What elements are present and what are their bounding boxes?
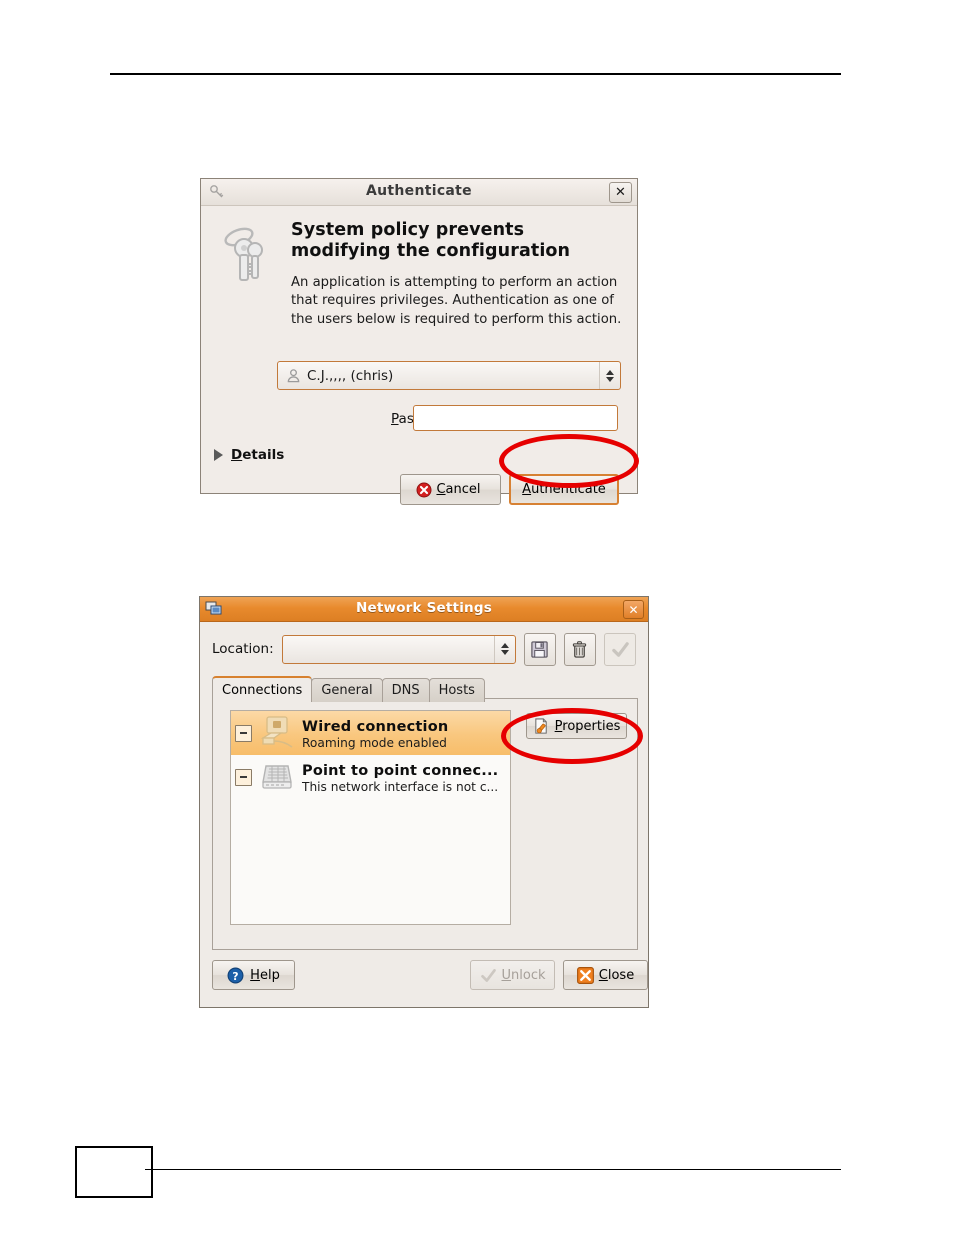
unlock-button: Unlock [470, 960, 555, 990]
close-x-icon [576, 966, 594, 984]
authenticate-heading-line1: System policy prevents [291, 220, 525, 240]
authenticate-heading: System policy prevents modifying the con… [291, 220, 619, 263]
modem-phone-icon [262, 765, 292, 789]
connections-list[interactable]: Wired connection Roaming mode enabled Po… [230, 710, 511, 925]
list-item-text: Point to point connec... This network in… [302, 760, 498, 794]
authenticate-dialog: Authenticate ✕ System policy prevents mo… [200, 178, 638, 505]
location-select-spinner[interactable] [493, 635, 515, 663]
authenticate-title: Authenticate [366, 183, 472, 199]
user-select-spinner[interactable] [599, 362, 620, 389]
delete-icon [573, 640, 587, 658]
cancel-button[interactable]: Cancel [400, 474, 501, 505]
help-button-label: Help [250, 967, 280, 983]
svg-text:?: ? [233, 969, 239, 982]
help-button[interactable]: ? Help [212, 960, 295, 990]
user-select-content: C.J.,,,, (chris) [278, 368, 393, 384]
save-icon [531, 640, 549, 658]
properties-button[interactable]: Properties [526, 713, 627, 739]
connection-status: Roaming mode enabled [302, 736, 447, 750]
authenticate-button-label: Authenticate [522, 482, 606, 497]
list-item-text: Wired connection Roaming mode enabled [302, 716, 448, 750]
network-settings-titlebar[interactable]: Network Settings ✕ [200, 597, 648, 622]
apply-button [604, 632, 637, 666]
chevron-up-icon [606, 369, 614, 375]
delete-button[interactable] [563, 632, 596, 666]
page-footer-rule [145, 1169, 841, 1170]
cancel-button-label: Cancel [436, 482, 481, 497]
triangle-right-icon [214, 449, 223, 461]
user-select-value: C.J.,,,, (chris) [307, 367, 394, 384]
user-select[interactable]: C.J.,,,, (chris) [277, 361, 621, 390]
network-settings-dialog: Network Settings ✕ Location: Connections… [199, 596, 649, 1008]
network-settings-title: Network Settings [356, 600, 492, 616]
authenticate-action-bar: Cancel Authenticate [201, 474, 637, 505]
connection-name: Wired connection [302, 719, 449, 735]
user-icon [287, 369, 300, 383]
help-circle-icon: ? [227, 967, 244, 983]
location-select[interactable] [281, 634, 516, 664]
minus-box-icon[interactable] [235, 768, 252, 786]
location-row: Location: [212, 632, 637, 666]
close-icon[interactable]: ✕ [609, 182, 632, 203]
details-label: Details [231, 447, 285, 463]
properties-button-label: Properties [554, 718, 621, 734]
details-disclosure[interactable]: Details [214, 447, 284, 463]
tab-hosts[interactable]: Hosts [428, 678, 485, 702]
save-button[interactable] [523, 632, 556, 666]
list-item[interactable]: Point to point connec... This network in… [231, 755, 510, 799]
tab-bar: Connections General DNS Hosts [212, 676, 485, 702]
tab-general[interactable]: General [311, 678, 383, 702]
location-label: Location: [212, 641, 274, 657]
keyring-icon [224, 227, 263, 281]
chevron-down-icon [606, 376, 614, 382]
chevron-up-icon [500, 643, 509, 648]
authenticate-description: An application is attempting to perform … [291, 274, 622, 328]
authenticate-heading-line2: modifying the configuration [291, 241, 571, 262]
apply-check-icon [611, 641, 629, 657]
close-icon[interactable]: ✕ [623, 600, 644, 619]
connections-tab-panel: Wired connection Roaming mode enabled Po… [212, 698, 638, 950]
wired-connection-icon [260, 716, 293, 748]
chevron-down-icon [500, 650, 509, 655]
connection-name: Point to point connec... [302, 763, 499, 779]
list-item[interactable]: Wired connection Roaming mode enabled [231, 711, 510, 755]
minus-box-icon[interactable] [235, 724, 252, 742]
password-input[interactable] [413, 405, 618, 431]
cancel-circle-icon [416, 482, 432, 497]
connection-status: This network interface is not c... [302, 780, 499, 794]
tab-connections[interactable]: Connections [212, 676, 313, 702]
close-button[interactable]: Close [563, 960, 648, 990]
close-button-label: Close [598, 967, 635, 983]
tab-dns[interactable]: DNS [381, 678, 430, 702]
authenticate-body: System policy prevents modifying the con… [201, 206, 637, 505]
properties-icon [534, 717, 547, 734]
check-icon [480, 968, 496, 982]
network-settings-action-bar: ? Help Unlock Close [212, 960, 648, 992]
page-header-rule [110, 73, 841, 75]
authenticate-button[interactable]: Authenticate [509, 474, 619, 505]
authenticate-titlebar[interactable]: Authenticate ✕ [201, 179, 637, 206]
unlock-button-label: Unlock [501, 967, 546, 983]
page-number-box [75, 1146, 153, 1198]
